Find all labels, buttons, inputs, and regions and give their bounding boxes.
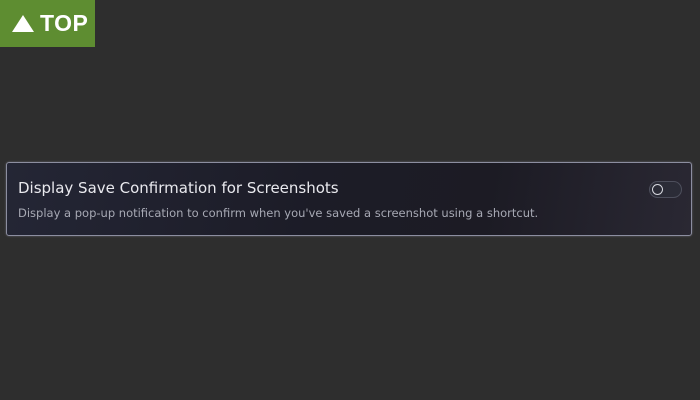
triangle-up-icon	[12, 15, 34, 32]
toggle-knob	[652, 183, 663, 195]
save-confirmation-toggle[interactable]	[649, 181, 682, 198]
top-badge-label: TOP	[40, 10, 89, 36]
top-badge[interactable]: TOP	[0, 0, 95, 47]
setting-description: Display a pop-up notification to confirm…	[18, 206, 539, 220]
setting-row-save-confirmation[interactable]: Display Save Confirmation for Screenshot…	[6, 162, 692, 236]
setting-title: Display Save Confirmation for Screenshot…	[18, 179, 339, 197]
